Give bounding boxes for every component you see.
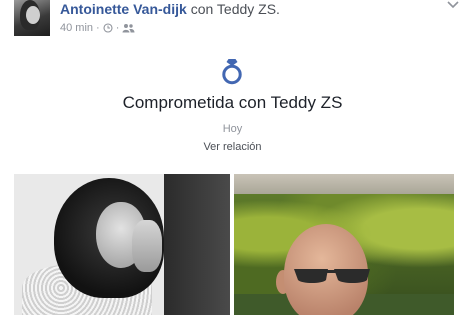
with-text: con <box>190 1 214 17</box>
life-event-block: Comprometida con Teddy ZS Hoy Ver relaci… <box>0 44 465 166</box>
clock-icon <box>103 23 113 33</box>
view-relationship-link[interactable]: Ver relación <box>203 141 261 153</box>
post-meta: 40 min · · <box>60 22 135 34</box>
photo-woman[interactable] <box>14 174 230 315</box>
post-author-line: Antoinette Van-dijk con Teddy ZS. <box>60 1 280 17</box>
photo-background <box>164 174 230 315</box>
life-event-date: Hoy <box>222 123 243 135</box>
author-avatar[interactable] <box>14 0 50 36</box>
life-event-link-row: Ver relación <box>0 141 465 153</box>
friends-audience-icon[interactable] <box>122 23 135 33</box>
post-card: Antoinette Van-dijk con Teddy ZS. 40 min… <box>0 0 465 315</box>
sunglasses-icon <box>292 266 372 284</box>
author-name-link[interactable]: Antoinette Van-dijk <box>60 1 187 17</box>
meta-separator: · <box>96 22 100 34</box>
photo-hand <box>132 220 162 272</box>
post-timestamp[interactable]: 40 min <box>60 22 93 34</box>
photo-man[interactable] <box>234 174 454 315</box>
ring-icon <box>220 57 244 85</box>
photo-grid <box>14 174 454 315</box>
meta-separator: · <box>115 22 120 34</box>
chevron-down-icon[interactable] <box>445 0 461 12</box>
tagged-friend-link[interactable]: Teddy ZS. <box>217 1 280 17</box>
life-event-title: Comprometida con Teddy ZS <box>122 93 343 112</box>
post-header: Antoinette Van-dijk con Teddy ZS. 40 min… <box>0 0 465 44</box>
avatar-face <box>26 6 40 24</box>
